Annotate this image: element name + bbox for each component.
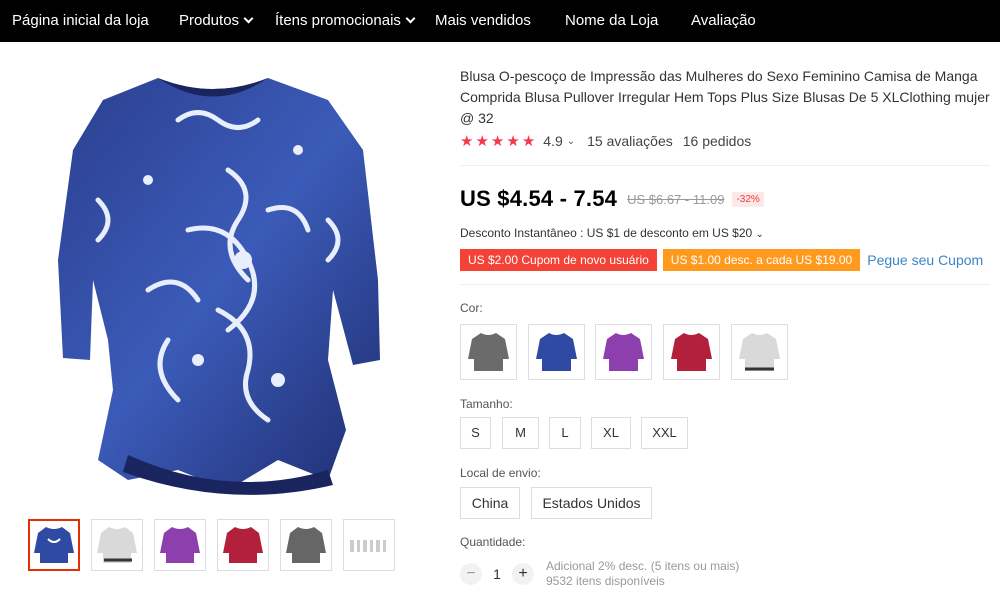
chevron-down-icon[interactable]: ⌄ [567, 136, 575, 147]
thumbnail-purple[interactable] [154, 519, 206, 571]
thumbnail-white-image [97, 527, 137, 563]
rating-value[interactable]: 4.9 [543, 133, 562, 149]
thumbnail-gray-image [286, 527, 326, 563]
nav-store-home-label: Página inicial da loja [12, 12, 149, 29]
quantity-available: 9532 itens disponíveis [546, 574, 665, 588]
old-price: US $6.67 - 11.09 [627, 191, 725, 207]
chevron-down-icon [243, 13, 254, 24]
size-option-xl[interactable]: XL [591, 417, 631, 449]
chevron-down-icon: ⌄ [755, 229, 764, 240]
reviews-count[interactable]: 15 avaliações [587, 133, 673, 149]
thumbnail-purple-image [160, 527, 200, 563]
star-icon: ★ [460, 132, 474, 150]
instant-discount[interactable]: Desconto Instantâneo : US $1 de desconto… [460, 226, 764, 240]
color-option-purple[interactable] [595, 324, 652, 380]
quantity-label: Quantidade: [460, 535, 526, 549]
thumbnail-blue-image [34, 527, 74, 563]
thumbnail-size-chart[interactable] [343, 519, 395, 571]
price-row: US $4.54 - 7.54 US $6.67 - 11.09 -32% [460, 183, 764, 215]
color-label: Cor: [460, 301, 483, 315]
nav-store-home[interactable]: Página inicial da loja [12, 0, 149, 42]
coupon-new-user[interactable]: US $2.00 Cupom de novo usuário [460, 249, 657, 271]
blouse-image [58, 78, 380, 495]
color-option-purple-image [603, 333, 644, 371]
nav-store-name-label: Nome da Loja [565, 12, 659, 29]
rating-row: ★ ★ ★ ★ ★ 4.9 ⌄ 15 avaliações 16 pedidos [460, 131, 751, 151]
discount-badge: -32% [732, 191, 764, 207]
star-icon: ★ [506, 132, 520, 150]
ship-from-label: Local de envio: [460, 466, 541, 480]
thumbnail-blue[interactable] [28, 519, 80, 571]
nav-bestsellers[interactable]: Mais vendidos [435, 0, 531, 42]
size-option-l[interactable]: L [549, 417, 581, 449]
color-option-white-image [739, 333, 780, 371]
quantity-info: Adicional 2% desc. (5 itens ou mais) 953… [546, 559, 739, 589]
quantity-stepper: − 1 + Adicional 2% desc. (5 itens ou mai… [460, 559, 739, 589]
instant-discount-text: Desconto Instantâneo : US $1 de desconto… [460, 226, 753, 240]
color-option-gray-image [468, 333, 509, 371]
thumbnail-size-chart-image [350, 540, 386, 552]
quantity-value[interactable]: 1 [482, 566, 512, 582]
coupons-row: US $2.00 Cupom de novo usuário US $1.00 … [460, 249, 983, 271]
nav-promotions-label: Ítens promocionais [275, 12, 401, 29]
nav-products-label: Produtos [179, 12, 240, 29]
size-option-xxl[interactable]: XXL [641, 417, 688, 449]
thumbnail-gray[interactable] [280, 519, 332, 571]
size-option-m[interactable]: M [502, 417, 539, 449]
nav-store-name[interactable]: Nome da Loja [565, 0, 658, 42]
color-option-blue[interactable] [528, 324, 585, 380]
product-main-image[interactable] [28, 60, 398, 505]
rating-stars: ★ ★ ★ ★ ★ [460, 134, 535, 149]
price: US $4.54 - 7.54 [460, 186, 618, 211]
thumbnail-white[interactable] [91, 519, 143, 571]
ship-option-china[interactable]: China [460, 487, 520, 519]
product-title: Blusa O-pescoço de Impressão das Mulhere… [460, 68, 990, 126]
top-nav: Página inicial da loja Produtos Ítens pr… [0, 0, 1000, 42]
divider [460, 165, 990, 166]
size-option-s[interactable]: S [460, 417, 491, 449]
nav-products[interactable]: Produtos [179, 0, 254, 42]
color-option-white[interactable] [731, 324, 788, 380]
ship-option-united-states[interactable]: Estados Unidos [531, 487, 652, 519]
plus-icon[interactable]: + [512, 563, 534, 585]
color-option-red-image [671, 333, 712, 371]
color-option-gray[interactable] [460, 324, 517, 380]
nav-promotions[interactable]: Ítens promocionais [275, 0, 416, 42]
star-icon: ★ [521, 132, 536, 150]
color-option-red[interactable] [663, 324, 720, 380]
quantity-extra-discount: Adicional 2% desc. (5 itens ou mais) [546, 559, 740, 573]
chevron-down-icon [405, 13, 416, 24]
size-label: Tamanho: [460, 397, 513, 411]
orders-count: 16 pedidos [682, 133, 752, 149]
nav-reviews-label: Avaliação [691, 12, 756, 29]
star-icon: ★ [475, 132, 489, 150]
coupon-per-purchase[interactable]: US $1.00 desc. a cada US $19.00 [662, 249, 861, 271]
thumbnail-red-image [223, 527, 263, 563]
star-icon: ★ [490, 132, 505, 150]
nav-reviews[interactable]: Avaliação [691, 0, 756, 42]
minus-icon[interactable]: − [460, 563, 482, 585]
get-coupon-link[interactable]: Pegue seu Cupom [867, 252, 983, 268]
divider [460, 284, 990, 285]
nav-bestsellers-label: Mais vendidos [435, 12, 531, 29]
color-option-blue-image [536, 333, 577, 371]
thumbnail-red[interactable] [217, 519, 269, 571]
